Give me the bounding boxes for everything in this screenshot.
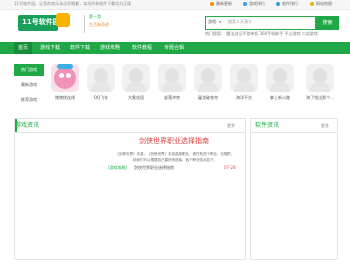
game-card[interactable]: 屠龙破苍穹 bbox=[193, 64, 223, 101]
toplink-soft-rank[interactable]: 软件排行 bbox=[282, 2, 298, 6]
logo-emblem-icon bbox=[56, 13, 70, 27]
slogan-line2: 生活有奇迹 bbox=[89, 22, 109, 27]
news-category[interactable]: [游戏攻略] bbox=[108, 166, 127, 170]
game-news-panel: 游戏资讯 更多 bbox=[14, 118, 246, 260]
game-card[interactable]: 海了找出那个... bbox=[301, 64, 339, 101]
nav-soft-download[interactable]: 软件下载 bbox=[68, 42, 92, 54]
chevron-down-icon[interactable]: ▼ bbox=[219, 21, 221, 24]
game-thumbnail[interactable] bbox=[158, 64, 186, 92]
search-category-select[interactable]: 游戏 bbox=[208, 20, 216, 24]
game-thumbnail[interactable] bbox=[122, 64, 150, 92]
news-list-item[interactable]: [游戏攻略] 剑侠世界职业选择指南 07-28 bbox=[108, 166, 238, 174]
soft-rank-icon bbox=[276, 2, 280, 6]
nav-topics[interactable]: 专题合辑 bbox=[162, 42, 186, 54]
nav-game-guide[interactable]: 游戏攻略 bbox=[98, 42, 122, 54]
game-card[interactable]: 掌上新公路 bbox=[265, 64, 295, 101]
hot-search-words[interactable]: 热门搜索： 魔法战记手游单机 360手机助手 平山游戏 二战游戏 bbox=[205, 32, 318, 36]
game-thumbnail[interactable] bbox=[194, 64, 222, 92]
game-rank-icon bbox=[243, 2, 247, 6]
news-title[interactable]: 剑侠世界职业选择指南 bbox=[134, 166, 174, 170]
nav-soft-tutorial[interactable]: 软件教程 bbox=[130, 42, 154, 54]
game-card[interactable]: QQ飞车 bbox=[86, 64, 116, 101]
panel-title: 软件资讯 bbox=[255, 122, 280, 129]
game-name[interactable]: 屠龙破苍穹 bbox=[193, 95, 223, 101]
search-box: 游戏 ▼ 搜索人天游卡 bbox=[205, 16, 316, 30]
search-button[interactable]: 搜索 bbox=[316, 16, 339, 30]
more-link[interactable]: 更多 bbox=[321, 124, 329, 128]
nav-game-download[interactable]: 游戏下载 bbox=[38, 42, 62, 54]
sitemap-icon bbox=[310, 2, 314, 6]
panel-header: 软件资讯 更多 bbox=[251, 119, 337, 133]
game-card[interactable]: 猪猪侠连线 bbox=[50, 64, 80, 101]
nav-home[interactable]: 首页 bbox=[14, 42, 32, 54]
game-thumbnail[interactable] bbox=[87, 64, 115, 92]
search-input[interactable]: 搜索人天游卡 bbox=[228, 20, 252, 24]
toplink-game-rank[interactable]: 游戏排行 bbox=[249, 2, 265, 6]
game-name[interactable]: 猪猪侠连线 bbox=[50, 95, 80, 101]
update-icon bbox=[210, 2, 214, 6]
game-name[interactable]: 海了找出那个... bbox=[301, 95, 339, 101]
news-date: 07-28 bbox=[224, 165, 236, 170]
panel-header: 游戏资讯 更多 bbox=[15, 119, 245, 133]
game-name[interactable]: 部落冲突 bbox=[157, 95, 187, 101]
game-name[interactable]: 掌上新公路 bbox=[265, 95, 295, 101]
tab-recommended-games[interactable]: 推荐游戏 bbox=[14, 94, 44, 106]
software-news-panel: 软件资讯 更多 bbox=[250, 118, 338, 260]
game-name[interactable]: 海洋平台 bbox=[229, 95, 259, 101]
site-tagline: 11号软件园，让您的欢乐永远伴随着，本站所有软件下载均为正版 bbox=[14, 1, 132, 6]
game-thumbnail[interactable] bbox=[306, 64, 334, 92]
slogan-line1: 第一游 bbox=[89, 14, 101, 19]
toplink-latest[interactable]: 最新更新 bbox=[216, 2, 232, 6]
game-name[interactable]: 大象花园 bbox=[121, 95, 151, 101]
game-thumbnail[interactable] bbox=[51, 64, 79, 92]
toplink-sitemap[interactable]: 网站地图 bbox=[316, 2, 332, 6]
tab-new-games[interactable]: 最新游戏 bbox=[14, 79, 44, 91]
panel-title: 游戏资讯 bbox=[15, 122, 40, 129]
game-card[interactable]: 部落冲突 bbox=[157, 64, 187, 101]
game-card[interactable]: 海洋平台 bbox=[229, 64, 259, 101]
tab-hot-games[interactable]: 热门游戏 bbox=[14, 64, 44, 76]
logo-text: 11号软件园 bbox=[22, 18, 60, 26]
game-thumbnail[interactable] bbox=[230, 64, 258, 92]
news-summary: 《剑侠世界》手游，《剑侠世界》手游选择职业，现在有四个职业，长期的，玩家们可以根… bbox=[115, 152, 235, 162]
main-nav: 首页 游戏下载 软件下载 游戏攻略 软件教程 专题合辑 bbox=[0, 42, 350, 54]
news-headline[interactable]: 剑侠世界职业选择指南 bbox=[139, 138, 209, 145]
slogan: 第一游 生活有奇迹 bbox=[84, 15, 113, 33]
game-card[interactable]: 大象花园 bbox=[121, 64, 151, 101]
game-thumbnail[interactable] bbox=[266, 64, 294, 92]
more-link[interactable]: 更多 bbox=[227, 124, 235, 128]
game-tabs: 热门游戏 最新游戏 推荐游戏 bbox=[14, 64, 44, 109]
top-bar: 11号软件园，让您的欢乐永远伴随着，本站所有软件下载均为正版 最新更新 游戏排行… bbox=[0, 0, 350, 10]
game-name[interactable]: QQ飞车 bbox=[86, 95, 116, 101]
